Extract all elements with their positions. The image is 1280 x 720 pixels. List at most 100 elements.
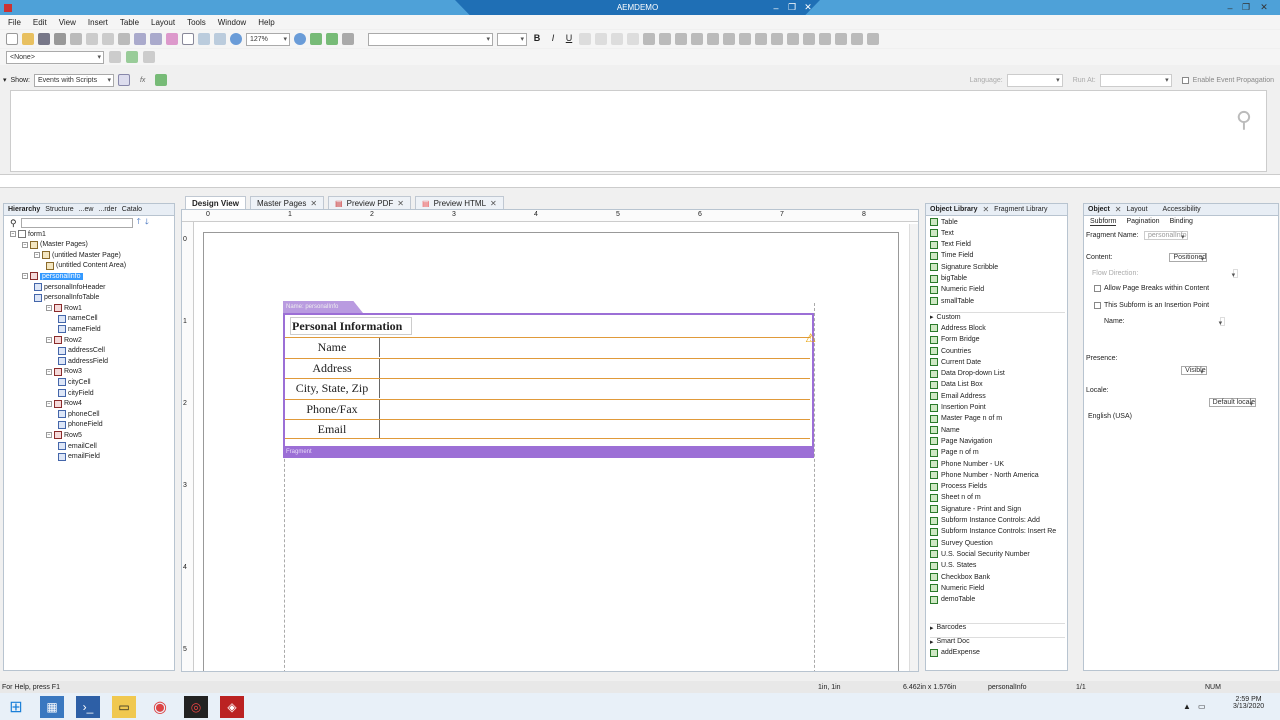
tree-item[interactable]: personalInfoHeader [34,283,106,291]
tab-hierarchy[interactable]: Hierarchy [8,206,40,213]
menu-table[interactable]: Table [120,18,139,27]
save-icon[interactable] [38,33,50,45]
city-cell[interactable]: City, State, Zip [285,379,380,398]
zoom-select[interactable]: 127% [246,32,290,46]
script-icon[interactable] [109,51,121,63]
library-item[interactable]: Phone Number - North America [930,471,1039,480]
tree-item[interactable]: − Row4 [46,399,82,408]
city-field[interactable] [380,379,810,398]
content-select[interactable]: Positioned [1169,253,1208,262]
rotate-icon[interactable] [803,33,815,45]
font-select[interactable] [368,32,493,46]
library-item[interactable]: Survey Question [930,539,993,548]
library-item[interactable]: Address Block [930,324,986,333]
justify-icon[interactable] [627,33,639,45]
fragment-name-field[interactable]: personalInfo [1144,231,1188,240]
zoom-out-icon[interactable] [230,33,242,45]
center-icon[interactable] [707,33,719,45]
library-item[interactable]: Time Field [930,251,973,260]
windows-start-icon[interactable]: ⊞ [4,696,28,718]
fit-height-icon[interactable] [198,33,210,45]
check-syntax-icon[interactable] [155,74,168,86]
font-size-select[interactable] [497,32,527,46]
network-icon[interactable]: ▭ [1198,702,1206,711]
library-item[interactable]: Form Bridge [930,335,980,344]
align-bottom-icon[interactable] [675,33,687,45]
warning-icon[interactable]: ⚠ [805,331,816,345]
library-item[interactable]: Numeric Field [930,285,984,294]
address-field[interactable] [380,359,810,378]
function-icon[interactable]: fx [140,77,145,84]
close-icon[interactable]: ✕ [982,205,989,214]
tree-item[interactable]: personalInfoTable [34,293,99,302]
expander-icon[interactable]: − [46,305,52,312]
expand-icon[interactable]: ▾ [3,76,7,84]
menu-file[interactable]: File [8,18,21,27]
tab-object[interactable]: Object [1088,206,1110,213]
expander-icon[interactable]: − [34,252,40,259]
align-right-icon[interactable] [611,33,623,45]
chrome-icon[interactable]: ◉ [148,696,172,718]
bold-icon[interactable]: B [531,33,543,45]
italic-icon[interactable]: I [547,33,559,45]
menu-view[interactable]: View [59,18,76,27]
rotate2-icon[interactable] [819,33,831,45]
tree-item[interactable]: − Row2 [46,336,82,344]
close-icon[interactable]: ✕ [397,199,404,208]
menu-window[interactable]: Window [218,18,246,27]
library-item[interactable]: Subform Instance Controls: Insert Re [930,527,1056,536]
add-icon[interactable] [126,51,138,63]
library-item[interactable]: Numeric Field [930,584,984,593]
down-arrow-icon[interactable]: 🡓 [145,216,149,230]
library-item[interactable]: demoTable [930,595,975,604]
bring-front-icon[interactable] [835,33,847,45]
align-center-icon[interactable] [595,33,607,45]
email-field[interactable] [380,420,810,438]
menu-edit[interactable]: Edit [33,18,47,27]
library-item[interactable]: smallTable [930,297,974,306]
expander-icon[interactable]: − [46,432,52,439]
undo-icon[interactable] [86,33,98,45]
language-select[interactable] [1006,73,1063,87]
align-left-icon[interactable] [579,33,591,45]
subform-personal-info[interactable]: Personal Information Name Address City, … [283,313,816,458]
expander-icon[interactable]: − [46,337,52,343]
none-select[interactable]: <None> [6,50,104,64]
library-item[interactable]: Table [930,218,958,226]
open-icon[interactable] [22,33,34,45]
tab-preview-html[interactable]: ▤ Preview HTML ✕ [415,196,504,209]
align-top-icon[interactable] [659,33,671,45]
library-item[interactable]: Insertion Point [930,403,986,412]
tree-item[interactable]: (untitled Content Area) [46,261,126,270]
tree-item[interactable]: cityField [58,389,94,397]
same-size-icon[interactable] [867,33,879,45]
library-item[interactable]: Signature - Print and Sign [930,505,1021,514]
outer-restore-icon[interactable]: ❐ [1238,2,1254,13]
align-objects-icon[interactable] [643,33,655,45]
tree-item[interactable]: addressCell [58,346,105,355]
close-icon[interactable]: ✕ [800,2,816,13]
file-explorer-icon[interactable]: ▭ [112,695,136,718]
tab-layout[interactable]: Layout [1127,206,1148,213]
designer-icon[interactable]: ◈ [220,695,244,718]
library-item[interactable]: Name [930,426,960,435]
tab-structure[interactable]: Structure [45,206,73,213]
section-smart-doc[interactable]: ▸ Smart Doc [930,636,1065,646]
library-item[interactable]: Text Field [930,240,971,249]
library-item[interactable]: Countries [930,347,971,355]
ungroup-icon[interactable] [739,33,751,45]
find-icon[interactable] [118,33,130,45]
tab-preview-pdf[interactable]: ▤ Preview PDF ✕ [328,196,411,209]
library-item[interactable]: Signature Scribble [930,263,998,272]
expander-icon[interactable]: − [22,273,28,280]
app-icon-dark[interactable]: ◎ [184,695,208,718]
presence-select[interactable]: Visible [1181,366,1207,375]
tab-order[interactable]: ...rder [99,206,117,213]
subtab-subform[interactable]: Subform [1090,218,1117,226]
allow-breaks-checkbox[interactable] [1094,285,1101,292]
server-manager-icon[interactable]: ▦ [40,695,64,718]
library-item[interactable]: Process Fields [930,482,987,491]
subtab-binding[interactable]: Binding [1170,218,1193,226]
expander-icon[interactable]: − [46,368,52,375]
action-icon[interactable] [310,33,322,45]
